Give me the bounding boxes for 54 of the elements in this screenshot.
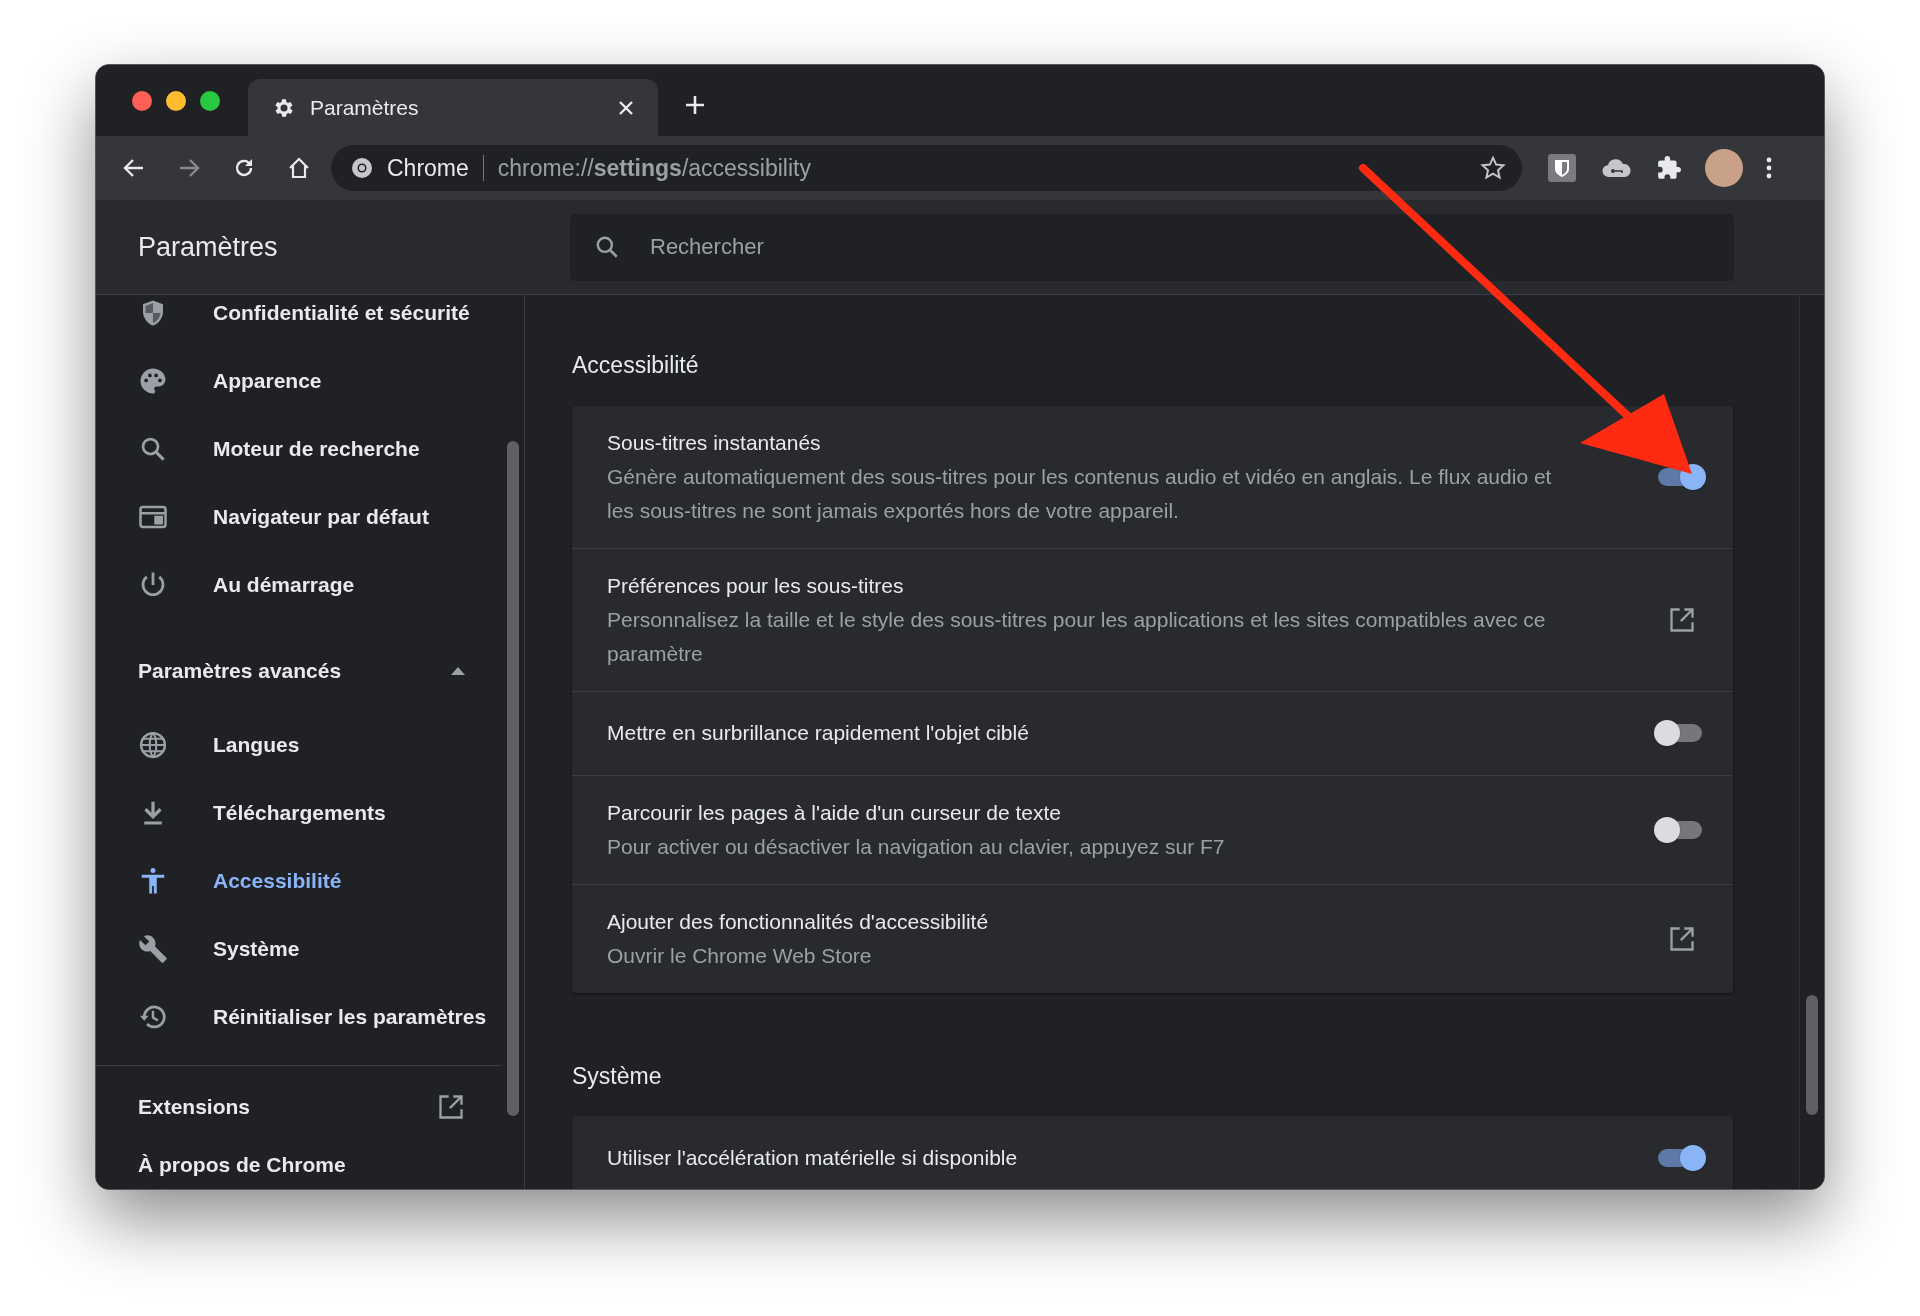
sidebar-item[interactable]: Navigateur par défaut xyxy=(96,483,501,551)
caret-icon xyxy=(451,667,465,675)
setting-description: Ouvrir le Chrome Web Store xyxy=(607,942,873,969)
setting-title: Mettre en surbrillance rapidement l'objet ciblé xyxy=(607,720,1030,746)
search-field[interactable]: Rechercher xyxy=(570,213,1734,281)
new-tab-icon[interactable] xyxy=(684,94,706,116)
advanced-section-toggle[interactable]: Paramètres avancés xyxy=(96,631,501,711)
setting-description: Personnalisez la taille et le style des sous-titres pour les applications et les sites compatibles avec ce paramètre xyxy=(607,606,1547,667)
globe-icon xyxy=(138,730,168,760)
close-icon[interactable] xyxy=(618,99,634,116)
setting-description: Pour activer ou désactiver la navigation au clavier, appuyez sur F7 xyxy=(607,833,1226,860)
setting-title: Utiliser l'accélération matérielle si disponible xyxy=(607,1145,1019,1171)
section-title: Système xyxy=(572,1061,663,1091)
sidebar-item[interactable]: Langues xyxy=(96,711,501,779)
external-link-icon[interactable] xyxy=(1668,924,1696,953)
menu-icon[interactable] xyxy=(1765,156,1773,180)
browser-tab[interactable]: Paramètres xyxy=(248,79,658,136)
palette-icon xyxy=(138,366,168,396)
external-link-icon[interactable] xyxy=(1668,605,1696,634)
sidebar-item[interactable]: Téléchargements xyxy=(96,779,501,847)
avatar[interactable] xyxy=(1705,149,1743,187)
home-icon[interactable] xyxy=(287,156,311,180)
settings-title: Paramètres xyxy=(137,230,279,264)
sidebar-item[interactable]: Confidentialité et sécurité xyxy=(96,295,501,347)
url-text: chrome://settings/accessibility xyxy=(497,153,811,183)
setting-description: Génère automatiquement des sous-titres pour les contenus audio et vidéo en anglais. Le flux audio et les sous-titres ne sont jamais exportés hors de votre appareil. xyxy=(607,463,1553,524)
sidebar-link[interactable]: Extensions xyxy=(96,1078,501,1136)
sidebar-link[interactable]: À propos de Chrome xyxy=(96,1136,501,1189)
bookmark-star-icon[interactable] xyxy=(1480,155,1506,181)
sidebar-item[interactable]: Accessibilité xyxy=(96,847,501,915)
cloud-key-icon[interactable] xyxy=(1602,157,1632,179)
tab-title: Paramètres xyxy=(310,94,419,121)
section-title: Accessibilité xyxy=(572,351,700,380)
scrollbar-thumb[interactable] xyxy=(506,441,519,1116)
zoom-window-button[interactable] xyxy=(200,90,220,111)
scrollbar-thumb[interactable] xyxy=(1806,995,1818,1115)
shield-extension-icon[interactable] xyxy=(1548,154,1576,182)
setting-title: Parcourir les pages à l'aide d'un curseur de texte xyxy=(607,799,1062,826)
sidebar-item[interactable]: Réinitialiser les paramètres xyxy=(96,983,501,1051)
minimize-window-button[interactable] xyxy=(166,90,186,111)
setting-title: Sous-titres instantanés xyxy=(607,429,822,456)
chrome-logo-icon xyxy=(351,157,373,179)
puzzle-icon[interactable] xyxy=(1656,155,1682,181)
sidebar-item[interactable]: Système xyxy=(96,915,501,983)
close-window-button[interactable] xyxy=(132,90,152,111)
external-link-icon xyxy=(437,1093,465,1121)
setting-title: Ajouter des fonctionnalités d'accessibilité xyxy=(607,908,990,935)
site-label: Chrome xyxy=(387,153,469,183)
sidebar-item[interactable]: Apparence xyxy=(96,347,501,415)
setting-title: Préférences pour les sous-titres xyxy=(607,572,905,599)
sidebar-item[interactable]: Moteur de recherche xyxy=(96,415,501,483)
sidebar-item[interactable]: Au démarrage xyxy=(96,551,501,619)
address-bar[interactable]: Chrome chrome://settings/accessibility xyxy=(331,145,1522,191)
wrench-icon xyxy=(138,934,168,964)
